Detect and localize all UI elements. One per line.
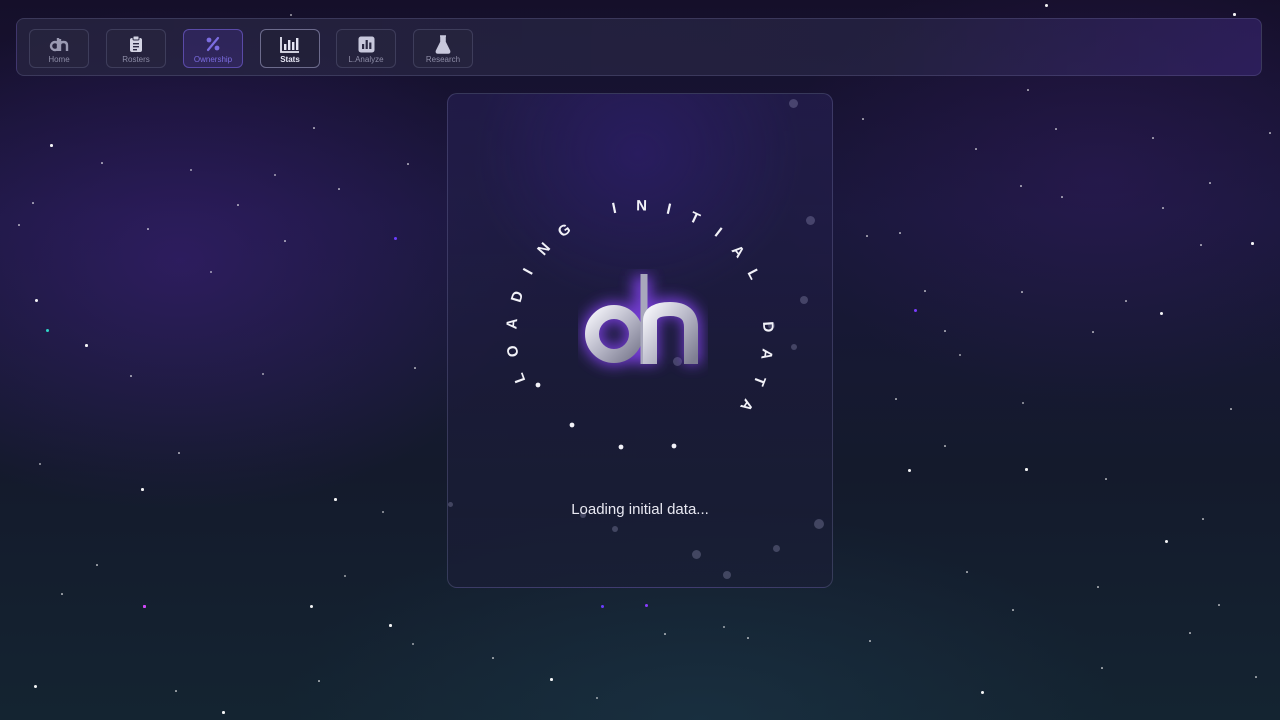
nav-stats-button[interactable]: Stats <box>260 29 320 68</box>
ring-letter: T <box>687 209 703 228</box>
ring-dot <box>569 422 575 428</box>
loading-message: Loading initial data... <box>571 501 709 518</box>
nav-home-label: Home <box>48 55 70 64</box>
ring-letter: G <box>555 220 574 241</box>
ring-letter: A <box>728 242 748 261</box>
ring-letter: A <box>736 396 756 415</box>
ring-letter: N <box>636 197 647 214</box>
nav-ownership-button[interactable]: Ownership <box>183 29 243 68</box>
analytics-icon <box>358 34 375 54</box>
nav-home-button[interactable]: Home <box>29 29 89 68</box>
ring-dot <box>535 382 541 388</box>
nav-research-label: Research <box>425 55 461 64</box>
nav-lanalyze-button[interactable]: L.Analyze <box>336 29 396 68</box>
nav-ownership-label: Ownership <box>193 55 233 64</box>
ring-letter: I <box>665 201 673 219</box>
ring-dot <box>671 443 677 449</box>
ring-letter: I <box>520 266 537 278</box>
ring-letter: A <box>503 317 521 329</box>
ring-letter: D <box>508 289 527 304</box>
ring-letter: N <box>534 240 554 259</box>
flask-icon <box>435 34 451 54</box>
nav-lanalyze-label: L.Analyze <box>348 55 384 64</box>
dh-logo-icon <box>49 34 69 54</box>
nav-research-button[interactable]: Research <box>413 29 473 68</box>
ring-letter: L <box>744 266 763 282</box>
nav-rosters-label: Rosters <box>122 55 150 64</box>
percent-icon <box>205 34 221 54</box>
ring-letter: A <box>757 348 776 362</box>
ring-letter: L <box>510 371 529 385</box>
ring-letter: D <box>759 321 777 333</box>
dh-logo-icon <box>578 269 708 383</box>
ring-letter: I <box>611 200 619 217</box>
ring-letter: O <box>504 344 522 358</box>
top-navbar: Home Rosters Ownership Stats L.Analyze R… <box>16 18 1262 76</box>
nav-stats-label: Stats <box>280 55 300 64</box>
nav-rosters-button[interactable]: Rosters <box>106 29 166 68</box>
ring-letter: T <box>750 373 769 388</box>
ring-letter: I <box>711 225 725 241</box>
clipboard-icon <box>128 34 144 54</box>
bar-chart-icon <box>280 34 300 54</box>
ring-dot <box>618 444 624 450</box>
loading-card: LOADINGINITIALDATA Loading initial data.… <box>447 93 833 588</box>
